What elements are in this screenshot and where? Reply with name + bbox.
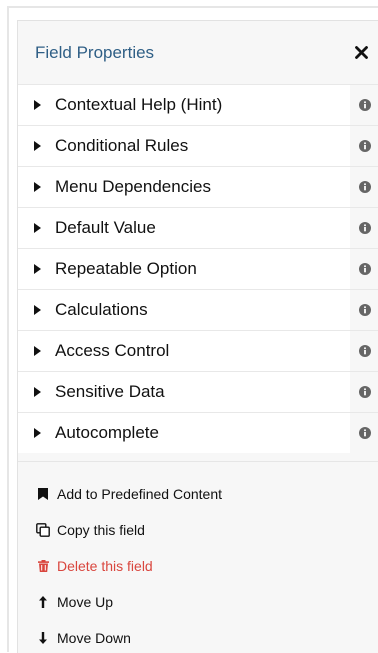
section-autocomplete: Autocomplete <box>18 412 378 453</box>
trash-icon <box>36 559 50 573</box>
section-label: Repeatable Option <box>55 259 197 278</box>
section-label: Default Value <box>55 218 156 237</box>
section-label: Contextual Help (Hint) <box>55 95 223 114</box>
info-icon[interactable] <box>350 345 378 357</box>
action-label: Add to Predefined Content <box>57 486 223 502</box>
move-down-link[interactable]: Move Down <box>18 620 378 653</box>
section-default-value: Default Value <box>18 207 378 248</box>
info-icon[interactable] <box>350 181 378 193</box>
action-label: Move Up <box>57 594 114 610</box>
info-icon[interactable] <box>350 222 378 234</box>
delete-field-link[interactable]: Delete this field <box>18 548 378 584</box>
info-icon[interactable] <box>350 304 378 316</box>
info-icon[interactable] <box>350 140 378 152</box>
section-conditional-rules: Conditional Rules <box>18 125 378 166</box>
caret-right-icon <box>34 305 41 315</box>
section-label: Sensitive Data <box>55 382 165 401</box>
section-label: Autocomplete <box>55 423 159 442</box>
copy-icon <box>36 523 50 537</box>
add-to-predefined-content-link[interactable]: Add to Predefined Content <box>18 476 378 512</box>
outer-frame-top <box>7 6 378 8</box>
info-icon[interactable] <box>350 99 378 111</box>
section-access-control: Access Control <box>18 330 378 371</box>
caret-right-icon <box>34 182 41 192</box>
caret-right-icon <box>34 264 41 274</box>
action-label: Delete this field <box>57 558 153 574</box>
action-list: Add to Predefined Content Copy this fiel… <box>18 462 378 653</box>
section-toggle[interactable]: Calculations <box>18 290 350 330</box>
section-repeatable-option: Repeatable Option <box>18 248 378 289</box>
field-properties-panel: Field Properties Contextual Help (Hint) … <box>17 20 378 653</box>
section-label: Access Control <box>55 341 170 360</box>
info-icon[interactable] <box>350 386 378 398</box>
section-toggle[interactable]: Menu Dependencies <box>18 167 350 207</box>
section-menu-dependencies: Menu Dependencies <box>18 166 378 207</box>
caret-right-icon <box>34 141 41 151</box>
section-label: Calculations <box>55 300 148 319</box>
panel-title: Field Properties <box>35 42 155 62</box>
outer-frame-left <box>7 6 9 652</box>
section-contextual-help: Contextual Help (Hint) <box>18 84 378 125</box>
caret-right-icon <box>34 223 41 233</box>
caret-right-icon <box>34 100 41 110</box>
panel-header: Field Properties <box>18 21 378 84</box>
info-icon[interactable] <box>350 427 378 439</box>
action-label: Move Down <box>57 630 131 646</box>
action-label: Copy this field <box>57 522 145 538</box>
section-label: Conditional Rules <box>55 136 189 155</box>
section-toggle[interactable]: Access Control <box>18 331 350 371</box>
close-icon <box>354 46 368 59</box>
arrow-down-icon <box>36 631 50 645</box>
caret-right-icon <box>34 387 41 397</box>
section-toggle[interactable]: Conditional Rules <box>18 126 350 166</box>
caret-right-icon <box>34 346 41 356</box>
section-toggle[interactable]: Sensitive Data <box>18 372 350 412</box>
arrow-up-icon <box>36 595 50 609</box>
close-button[interactable] <box>343 35 378 71</box>
section-toggle[interactable]: Contextual Help (Hint) <box>18 85 350 125</box>
section-calculations: Calculations <box>18 289 378 330</box>
info-icon[interactable] <box>350 263 378 275</box>
section-sensitive-data: Sensitive Data <box>18 371 378 412</box>
section-toggle[interactable]: Repeatable Option <box>18 249 350 289</box>
section-toggle[interactable]: Default Value <box>18 208 350 248</box>
section-toggle[interactable]: Autocomplete <box>18 413 350 453</box>
move-up-link[interactable]: Move Up <box>18 584 378 620</box>
bookmark-icon <box>36 487 50 501</box>
section-label: Menu Dependencies <box>55 177 211 196</box>
section-list: Contextual Help (Hint) Conditional Rules… <box>18 84 378 453</box>
caret-right-icon <box>34 428 41 438</box>
copy-field-link[interactable]: Copy this field <box>18 512 378 548</box>
